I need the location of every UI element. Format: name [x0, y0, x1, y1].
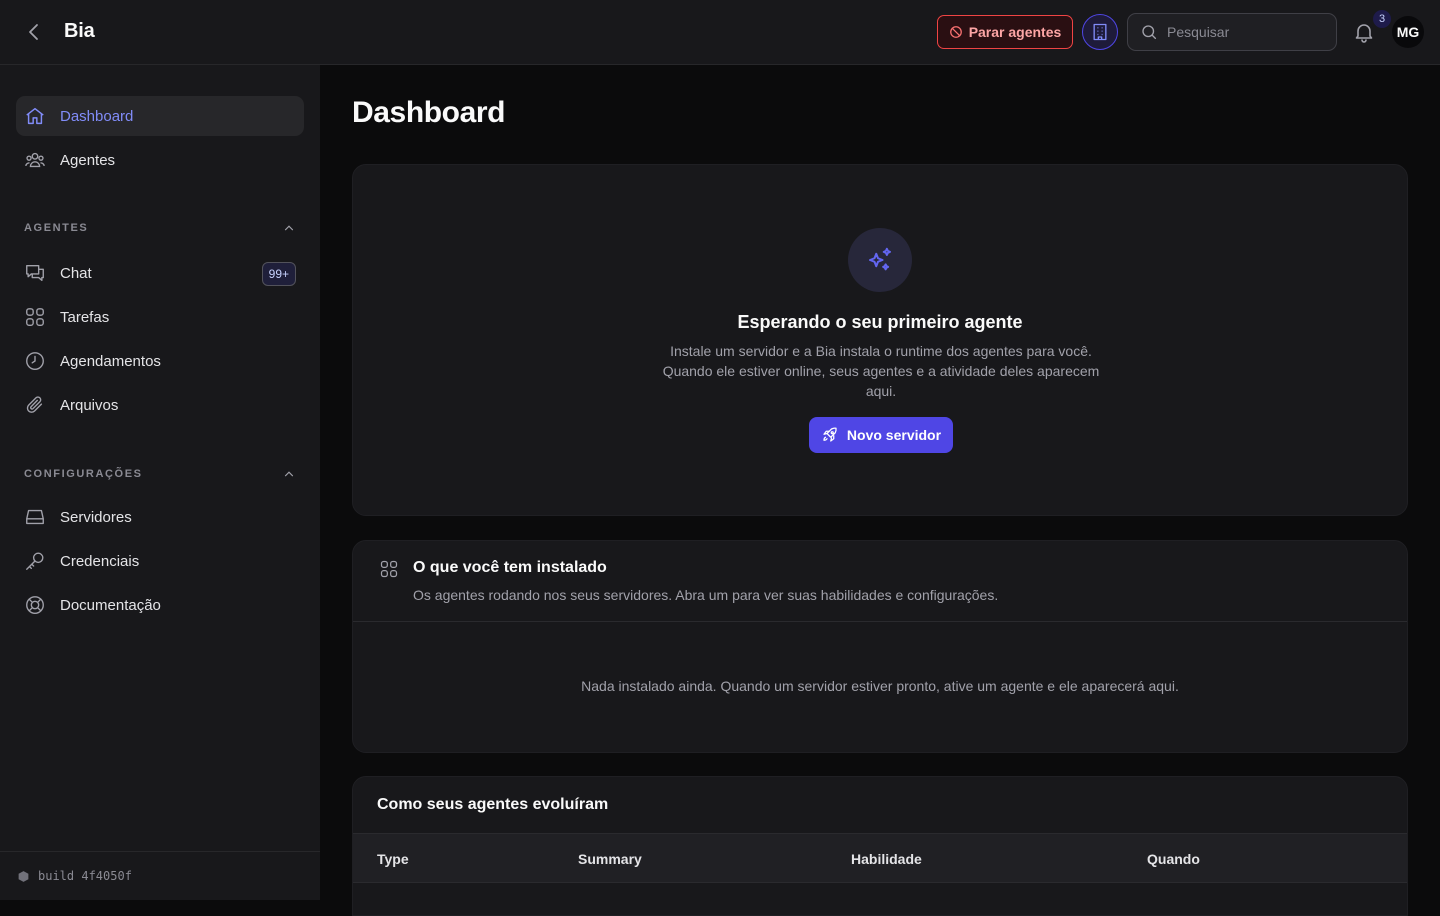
installed-empty-message: Nada instalado ainda. Quando um servidor…: [581, 678, 1179, 694]
app-title: Bia: [64, 20, 95, 42]
stop-agents-button[interactable]: Parar agentes: [937, 15, 1073, 49]
sidebar-item-dashboard[interactable]: Dashboard: [16, 96, 304, 136]
key-icon: [24, 550, 46, 572]
sidebar: Dashboard Agentes AGENTES Chat 99+ Taref…: [0, 65, 320, 900]
empty-state-card: Esperando o seu primeiro agente Instale …: [352, 164, 1408, 516]
sidebar-item-tarefas[interactable]: Tarefas: [16, 297, 304, 337]
avatar[interactable]: MG: [1392, 16, 1424, 48]
chat-count-badge: 99+: [261, 262, 296, 286]
section-title: AGENTES: [24, 222, 89, 234]
chat-icon: [24, 262, 46, 284]
sidebar-item-label: Agentes: [60, 151, 116, 169]
organization-button[interactable]: [1082, 14, 1118, 50]
paperclip-icon: [24, 394, 46, 416]
sidebar-item-agentes[interactable]: Agentes: [16, 140, 304, 180]
back-arrow-icon[interactable]: [22, 20, 46, 44]
bell-icon[interactable]: [1352, 20, 1376, 44]
empty-state-icon-circle: [848, 228, 912, 292]
rocket-icon: [821, 426, 839, 444]
sidebar-item-arquivos[interactable]: Arquivos: [16, 385, 304, 425]
users-icon: [24, 149, 46, 171]
evolution-card: Como seus agentes evoluíram Type Summary…: [352, 776, 1408, 916]
evolution-title: Como seus agentes evoluíram: [377, 796, 609, 813]
sidebar-item-label: Documentação: [60, 596, 161, 614]
installed-card: O que você tem instalado Os agentes roda…: [352, 540, 1408, 753]
grid-icon: [379, 559, 399, 579]
section-agentes-header[interactable]: AGENTES: [24, 221, 296, 235]
build-label: build 4f4050f: [38, 869, 132, 883]
server-icon: [24, 506, 46, 528]
sidebar-item-label: Servidores: [60, 508, 132, 526]
sidebar-item-agendamentos[interactable]: Agendamentos: [16, 341, 304, 381]
lifebuoy-icon: [24, 594, 46, 616]
build-info: build 4f4050f: [0, 851, 320, 900]
sidebar-item-label: Tarefas: [60, 308, 110, 326]
sidebar-item-label: Credenciais: [60, 552, 140, 570]
ban-icon: [949, 25, 963, 39]
clock-icon: [24, 350, 46, 372]
page-title: Dashboard: [352, 96, 506, 129]
cube-icon: [17, 870, 30, 883]
sidebar-item-label: Arquivos: [60, 396, 119, 414]
new-server-label: Novo servidor: [846, 427, 942, 443]
sidebar-item-credenciais[interactable]: Credenciais: [16, 541, 304, 581]
empty-state-title: Esperando o seu primeiro agente: [737, 312, 1023, 332]
top-bar: Bia Parar agentes 3 MG: [0, 0, 1440, 65]
column-header-quando[interactable]: Quando: [1147, 851, 1200, 867]
column-header-type[interactable]: Type: [377, 851, 409, 867]
sidebar-item-label: Agendamentos: [60, 352, 161, 370]
sidebar-item-label: Dashboard: [60, 107, 134, 125]
chevron-up-icon[interactable]: [282, 221, 296, 235]
building-icon: [1090, 22, 1110, 42]
section-title: CONFIGURAÇÕES: [24, 468, 143, 480]
evolution-table-header: Type Summary Habilidade Quando: [353, 833, 1407, 883]
empty-state-description: Instale um servidor e a Bia instala o ru…: [662, 343, 1100, 399]
grid-icon: [24, 306, 46, 328]
sidebar-item-documentacao[interactable]: Documentação: [16, 585, 304, 625]
section-configuracoes-header[interactable]: CONFIGURAÇÕES: [24, 467, 296, 481]
sidebar-item-servidores[interactable]: Servidores: [16, 497, 304, 537]
home-icon: [24, 105, 46, 127]
column-header-habilidade[interactable]: Habilidade: [851, 851, 922, 867]
search-box[interactable]: [1127, 13, 1337, 51]
new-server-button[interactable]: Novo servidor: [809, 417, 953, 453]
installed-title: O que você tem instalado: [413, 559, 607, 576]
installed-card-header: O que você tem instalado Os agentes roda…: [353, 541, 1407, 622]
installed-description: Os agentes rodando nos seus servidores. …: [413, 587, 999, 603]
column-header-summary[interactable]: Summary: [578, 851, 642, 867]
notification-count-badge: 3: [1373, 10, 1391, 28]
sparkles-icon: [865, 245, 895, 275]
chevron-up-icon[interactable]: [282, 467, 296, 481]
stop-agents-label: Parar agentes: [968, 24, 1062, 40]
sidebar-item-label: Chat: [60, 264, 92, 282]
search-icon: [1140, 23, 1158, 41]
sidebar-item-chat[interactable]: Chat 99+: [16, 253, 304, 293]
search-input[interactable]: [1167, 24, 1317, 40]
